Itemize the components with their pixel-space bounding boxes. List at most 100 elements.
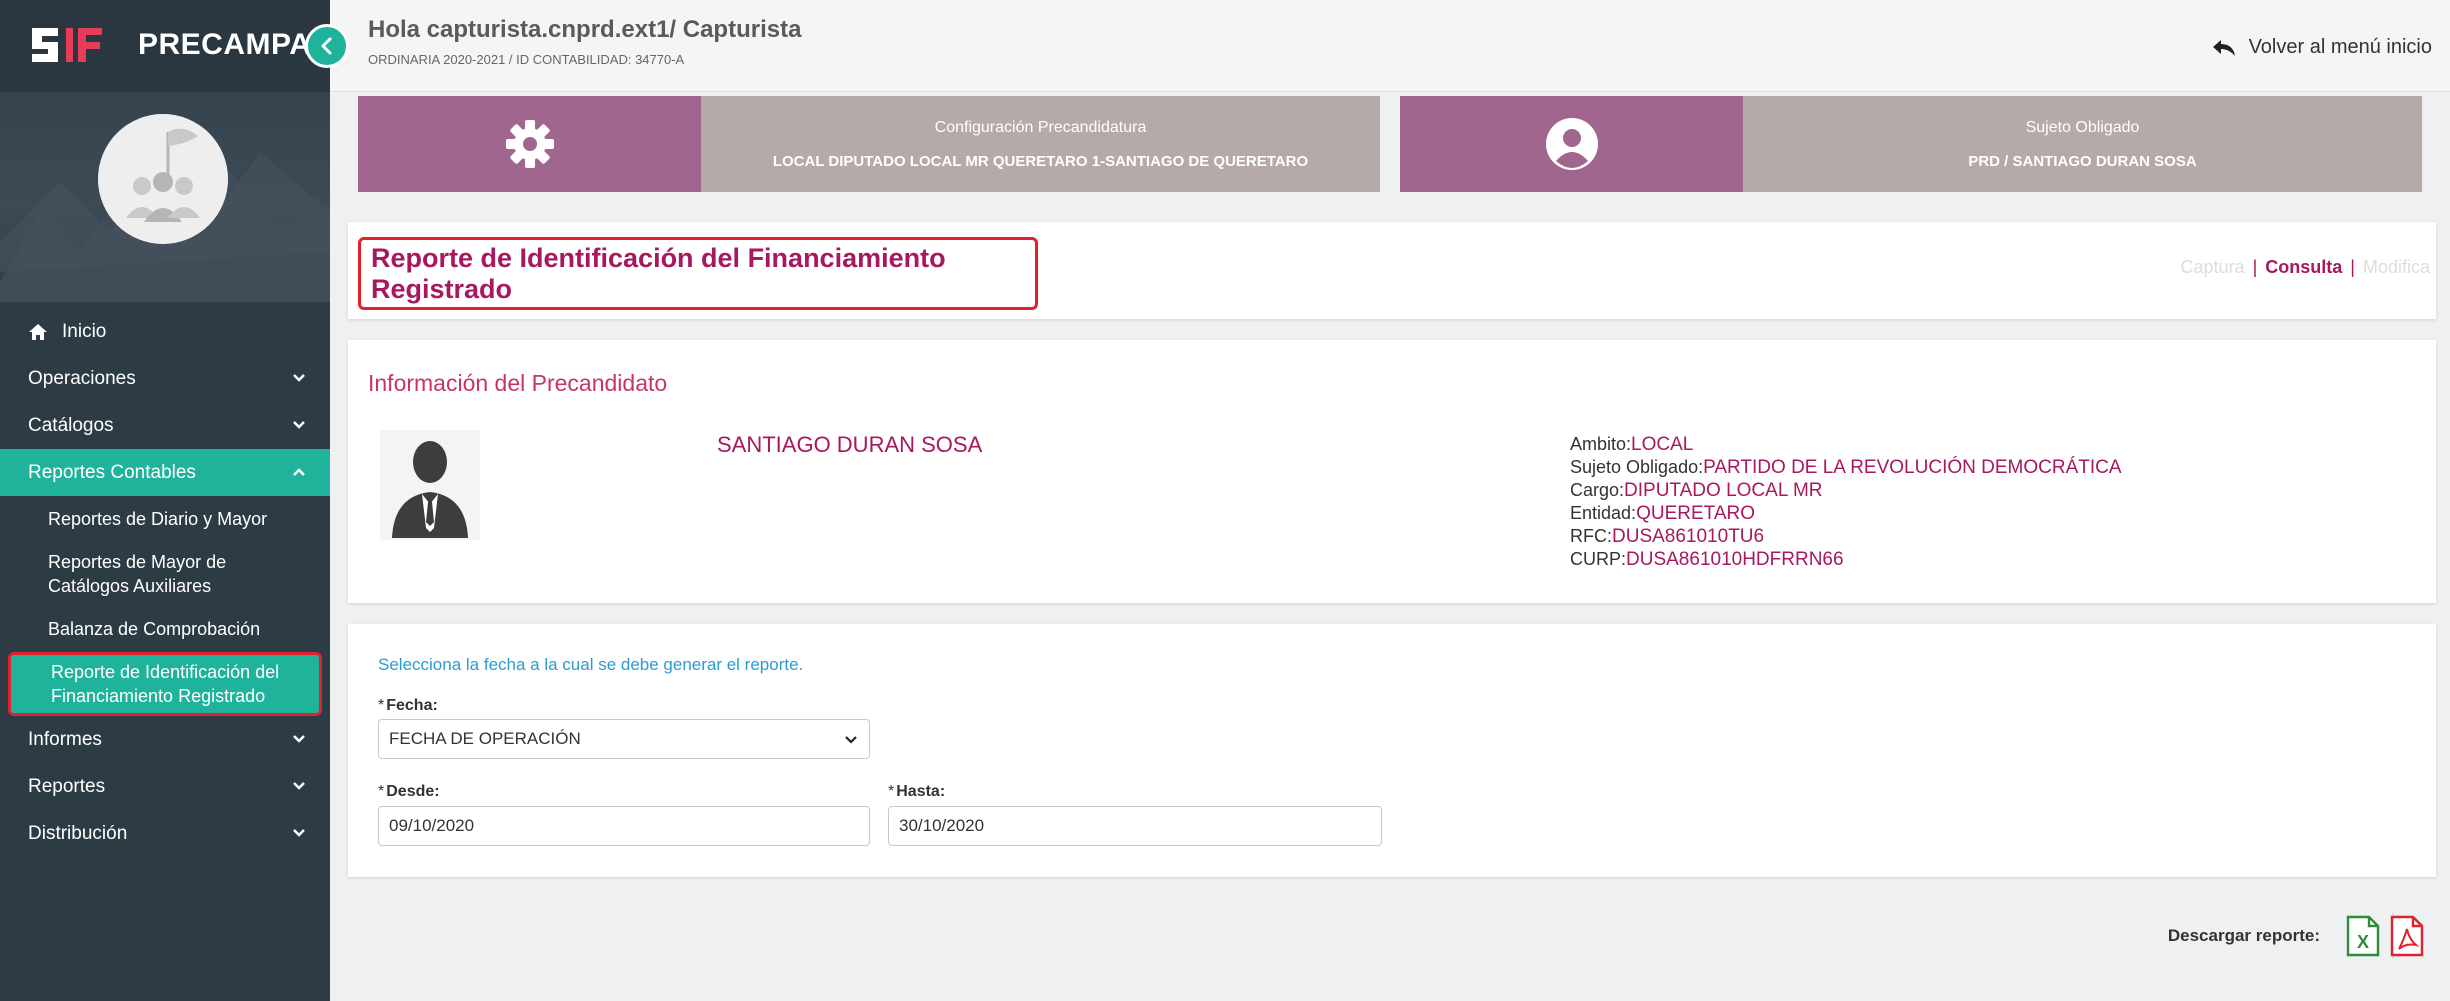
excel-download-icon[interactable]: X [2346,915,2380,957]
config-card: Configuración Precandidatura LOCAL DIPUT… [358,96,1380,192]
subject-card-text: Sujeto Obligado PRD / SANTIAGO DURAN SOS… [1743,96,2422,192]
desde-label-text: Desde: [386,783,440,800]
pdf-download-icon[interactable] [2390,915,2424,957]
sidebar-item-label: Reportes [28,775,106,797]
back-arrow-icon [2212,39,2235,56]
sidebar-item-catalogos[interactable]: Catálogos [0,402,330,449]
mode-captura-link[interactable]: Captura [2181,257,2245,277]
sidebar-item-label: Informes [28,728,102,750]
required-mark: * [378,697,385,714]
required-mark: * [888,783,895,800]
fecha-label-text: Fecha: [386,697,438,714]
chevron-down-icon [293,421,305,429]
subitem-diario-mayor[interactable]: Reportes de Diario y Mayor [0,496,330,542]
candidate-name: SANTIAGO DURAN SOSA [717,432,983,457]
hasta-date-value: 30/10/2020 [899,816,985,835]
detail-value: QUERETARO [1636,503,1755,524]
config-card-title: Configuración Precandidatura [934,118,1147,136]
chevron-left-icon [321,37,332,55]
subject-card-title: Sujeto Obligado [2025,118,2140,136]
page-title: Reporte de Identificación del Financiami… [371,242,946,304]
sidebar-nav: Inicio Operaciones Catálogos Reportes Co… [0,308,330,857]
subitem-identificacion-financiamiento[interactable]: Reporte de Identificación del Financiami… [8,652,322,716]
mode-consulta-link[interactable]: Consulta [2265,257,2342,277]
hasta-date-input[interactable]: 30/10/2020 [888,806,1382,846]
subitem-label: Reportes de Mayor de Catálogos Auxiliare… [48,552,227,596]
chevron-down-icon [293,782,305,790]
accounting-id: ORDINARIA 2020-2021 / ID CONTABILIDAD: 3… [368,52,685,67]
sidebar-item-distribucion[interactable]: Distribución [0,810,330,857]
detail-label: Sujeto Obligado: [1570,457,1704,477]
fecha-label: * Fecha: [378,697,438,715]
sidebar-item-label: Inicio [62,320,107,342]
subject-card-value: PRD / SANTIAGO DURAN SOSA [1968,152,2197,170]
subitem-mayor-auxiliares[interactable]: Reportes de Mayor de Catálogos Auxiliare… [0,542,330,606]
detail-value: DUSA861010TU6 [1612,526,1765,547]
sidebar-item-operaciones[interactable]: Operaciones [0,355,330,402]
detail-ambito: Ambito:LOCAL [1570,433,2122,456]
sidebar-item-reportes-contables[interactable]: Reportes Contables [0,449,330,496]
detail-label: RFC: [1570,526,1612,546]
back-label: Volver al menú inicio [2248,36,2432,58]
subject-card-iconbox [1400,96,1743,192]
detail-entidad: Entidad:QUERETARO [1570,502,2122,525]
detail-rfc: RFC:DUSA861010TU6 [1570,525,2122,548]
sidebar: PRECAMPAÑA Inicio Operaciones Catálogos … [0,0,355,1001]
chevron-down-icon [293,374,305,382]
collapse-sidebar-button[interactable] [305,24,349,68]
group-avatar [98,114,228,244]
sidebar-item-reportes[interactable]: Reportes [0,763,330,810]
form-hint: Selecciona la fecha a la cual se debe ge… [378,655,804,674]
detail-sujeto: Sujeto Obligado:PARTIDO DE LA REVOLUCIÓN… [1570,456,2122,479]
sidebar-item-label: Reportes Contables [28,461,196,483]
candidate-section-title: Información del Precandidato [368,370,668,396]
sidebar-item-informes[interactable]: Informes [0,716,330,763]
chevron-up-icon [293,468,305,476]
mode-separator: | [2350,257,2355,277]
candidate-details: Ambito:LOCAL Sujeto Obligado:PARTIDO DE … [1570,433,2122,571]
detail-value: PARTIDO DE LA REVOLUCIÓN DEMOCRÁTICA [1703,457,2122,478]
sidebar-item-label: Operaciones [28,367,136,389]
user-greeting: Hola capturista.cnprd.ext1/ Capturista [368,16,802,43]
fecha-select[interactable]: FECHA DE OPERACIÓN [378,719,870,759]
desde-label: * Desde: [378,783,440,801]
mode-links: Captura | Consulta | Modifica [2181,257,2430,278]
detail-label: Cargo: [1570,480,1625,500]
chevron-down-icon [293,829,305,837]
download-bar: Descargar reporte: X [2168,915,2424,957]
config-card-value: LOCAL DIPUTADO LOCAL MR QUERETARO 1-SANT… [772,152,1309,170]
detail-label: CURP: [1570,549,1627,569]
mode-separator: | [2252,257,2258,277]
page-title-box: Reporte de Identificación del Financiami… [358,237,1038,310]
profile-banner [0,92,330,302]
subitem-balanza[interactable]: Balanza de Comprobación [0,606,330,652]
hasta-label: * Hasta: [888,783,945,801]
subitem-label: Reportes de Diario y Mayor [48,509,268,529]
detail-value: DUSA861010HDFRRN66 [1626,549,1844,570]
sidebar-item-inicio[interactable]: Inicio [0,308,330,355]
detail-value: DIPUTADO LOCAL MR [1624,480,1823,501]
subitem-label: Balanza de Comprobación [48,619,261,639]
mode-modifica-link[interactable]: Modifica [2363,257,2430,277]
fecha-select-value: FECHA DE OPERACIÓN [389,729,581,748]
brand-bar: PRECAMPAÑA [0,0,355,92]
download-label: Descargar reporte: [2167,926,2320,945]
desde-date-input[interactable]: 09/10/2020 [378,806,870,846]
sidebar-item-label: Distribución [28,822,128,844]
back-to-menu-link[interactable]: Volver al menú inicio [2211,36,2432,59]
config-card-iconbox [358,96,701,192]
subject-card: Sujeto Obligado PRD / SANTIAGO DURAN SOS… [1400,96,2422,192]
required-mark: * [378,783,385,800]
sidebar-item-label: Catálogos [28,414,114,436]
detail-label: Ambito: [1570,434,1632,454]
hasta-label-text: Hasta: [896,783,946,800]
home-icon [29,323,47,340]
chevron-down-icon [845,736,857,744]
detail-label: Entidad: [1570,503,1637,523]
user-circle-icon [1545,118,1598,170]
subitem-label: Reporte de Identificación del Financiami… [51,662,280,706]
gear-icon [505,120,554,168]
group-flag-icon [98,114,228,244]
top-header: Hola capturista.cnprd.ext1/ Capturista O… [330,0,2450,92]
detail-cargo: Cargo:DIPUTADO LOCAL MR [1570,479,2122,502]
